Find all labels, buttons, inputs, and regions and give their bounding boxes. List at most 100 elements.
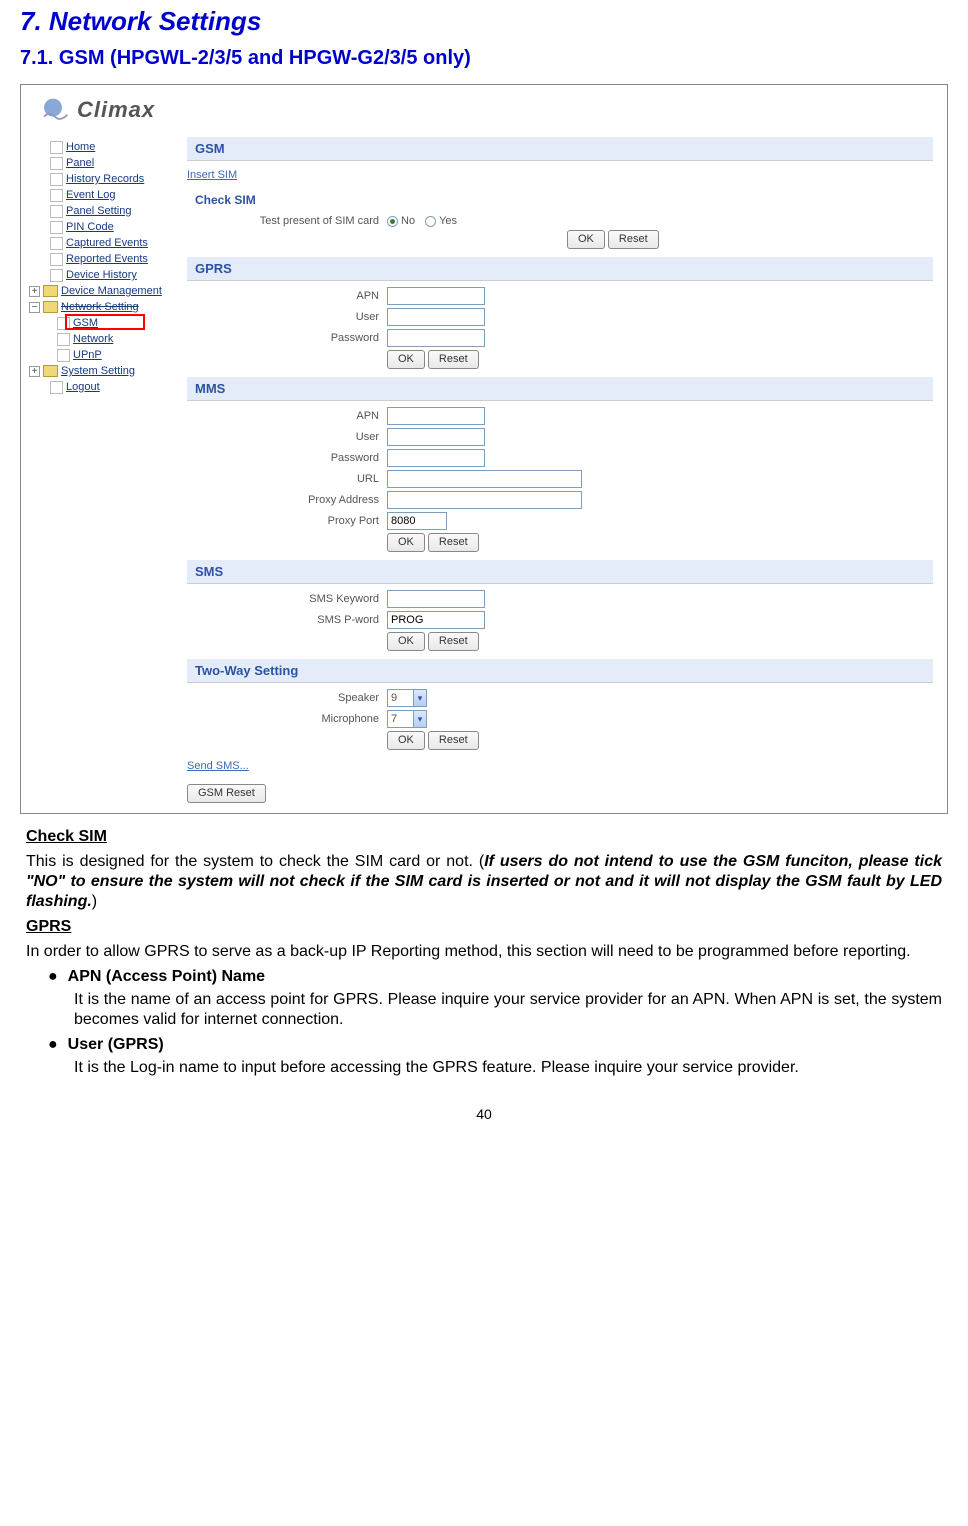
nav-system-setting[interactable]: +System Setting — [27, 363, 185, 379]
page-number: 40 — [20, 1106, 948, 1122]
logo-bar: Climax — [25, 89, 943, 135]
tree-collapse-icon[interactable]: − — [29, 302, 40, 313]
sms-header: SMS — [187, 560, 933, 584]
doc-icon — [50, 381, 63, 394]
tree-expand-icon[interactable]: + — [29, 286, 40, 297]
radio-no[interactable]: No — [387, 215, 415, 227]
mms-header: MMS — [187, 377, 933, 401]
doc-gprs-para: In order to allow GPRS to serve as a bac… — [26, 942, 942, 962]
mms-apn-input[interactable] — [387, 407, 485, 425]
gsm-reset-button[interactable]: Reset — [608, 230, 659, 249]
doc-check-sim-para: This is designed for the system to check… — [26, 852, 942, 912]
tree-expand-icon[interactable]: + — [29, 366, 40, 377]
gprs-apn-input[interactable] — [387, 287, 485, 305]
bullet-user-heading: ●User (GPRS) — [48, 1036, 942, 1054]
chevron-down-icon: ▾ — [413, 711, 426, 727]
bullet-apn-text: It is the name of an access point for GP… — [74, 990, 942, 1030]
gprs-ok-button[interactable]: OK — [387, 350, 425, 369]
nav-network-setting[interactable]: −Network Setting — [27, 299, 185, 315]
nav-reported-events[interactable]: Reported Events — [27, 251, 185, 267]
doc-icon — [50, 253, 63, 266]
nav-device-history[interactable]: Device History — [27, 267, 185, 283]
gprs-reset-button[interactable]: Reset — [428, 350, 479, 369]
insert-sim-link[interactable]: Insert SIM — [187, 169, 237, 181]
chevron-down-icon: ▾ — [413, 690, 426, 706]
doc-icon — [50, 237, 63, 250]
doc-icon — [57, 333, 70, 346]
doc-icon — [50, 157, 63, 170]
mms-pwd-input[interactable] — [387, 449, 485, 467]
sms-keyword-label: SMS Keyword — [187, 593, 387, 605]
mms-apn-label: APN — [187, 410, 387, 422]
sms-pword-input[interactable] — [387, 611, 485, 629]
nav-logout[interactable]: Logout — [27, 379, 185, 395]
doc-icon — [50, 221, 63, 234]
test-sim-label: Test present of SIM card — [187, 215, 387, 227]
nav-event-log[interactable]: Event Log — [27, 187, 185, 203]
mms-user-input[interactable] — [387, 428, 485, 446]
nav-network[interactable]: Network — [55, 331, 185, 347]
gprs-header: GPRS — [187, 257, 933, 281]
nav-device-management[interactable]: +Device Management — [27, 283, 185, 299]
nav-gsm[interactable]: GSM — [55, 315, 185, 331]
twoway-ok-button[interactable]: OK — [387, 731, 425, 750]
gprs-user-label: User — [187, 311, 387, 323]
mms-url-input[interactable] — [387, 470, 582, 488]
twoway-reset-button[interactable]: Reset — [428, 731, 479, 750]
bullet-apn-heading: ●APN (Access Point) Name — [48, 968, 942, 986]
page-title: 7. Network Settings — [20, 6, 948, 37]
mms-proxy-addr-input[interactable] — [387, 491, 582, 509]
gprs-user-input[interactable] — [387, 308, 485, 326]
gprs-apn-label: APN — [187, 290, 387, 302]
bullet-icon: ● — [48, 1036, 58, 1054]
sms-reset-button[interactable]: Reset — [428, 632, 479, 651]
side-nav: Home Panel History Records Event Log Pan… — [25, 135, 185, 809]
mms-proxy-addr-label: Proxy Address — [187, 494, 387, 506]
main-panel: GSM Insert SIM Check SIM Test present of… — [185, 135, 943, 809]
doc-gprs-heading: GPRS — [26, 918, 942, 936]
mic-select[interactable]: 7▾ — [387, 710, 427, 728]
radio-yes[interactable]: Yes — [425, 215, 457, 227]
doc-icon — [50, 189, 63, 202]
doc-check-sim-heading: Check SIM — [26, 828, 942, 846]
logo-text: Climax — [77, 97, 155, 123]
doc-icon — [50, 173, 63, 186]
doc-icon — [50, 141, 63, 154]
doc-icon — [57, 349, 70, 362]
speaker-label: Speaker — [187, 692, 387, 704]
send-sms-link[interactable]: Send SMS... — [187, 760, 249, 772]
doc-icon — [57, 317, 70, 330]
page-subtitle: 7.1. GSM (HPGWL-2/3/5 and HPGW-G2/3/5 on… — [20, 47, 948, 70]
webui-screenshot: Climax Home Panel History Records Event … — [20, 84, 948, 814]
sms-pword-label: SMS P-word — [187, 614, 387, 626]
sms-ok-button[interactable]: OK — [387, 632, 425, 651]
bullet-icon: ● — [48, 968, 58, 986]
sms-keyword-input[interactable] — [387, 590, 485, 608]
gprs-pwd-label: Password — [187, 332, 387, 344]
folder-icon — [43, 365, 58, 377]
doc-icon — [50, 269, 63, 282]
mms-url-label: URL — [187, 473, 387, 485]
mms-user-label: User — [187, 431, 387, 443]
nav-captured-events[interactable]: Captured Events — [27, 235, 185, 251]
gsm-header: GSM — [187, 137, 933, 161]
nav-pin-code[interactable]: PIN Code — [27, 219, 185, 235]
speaker-select[interactable]: 9▾ — [387, 689, 427, 707]
nav-history-records[interactable]: History Records — [27, 171, 185, 187]
gsm-reset-button[interactable]: GSM Reset — [187, 784, 266, 803]
gsm-ok-button[interactable]: OK — [567, 230, 605, 249]
mms-reset-button[interactable]: Reset — [428, 533, 479, 552]
mms-pwd-label: Password — [187, 452, 387, 464]
nav-home[interactable]: Home — [27, 139, 185, 155]
nav-upnp[interactable]: UPnP — [55, 347, 185, 363]
climax-logo-icon — [35, 95, 71, 125]
check-sim-heading: Check SIM — [195, 193, 933, 207]
bullet-user-text: It is the Log-in name to input before ac… — [74, 1058, 942, 1078]
mms-ok-button[interactable]: OK — [387, 533, 425, 552]
gprs-pwd-input[interactable] — [387, 329, 485, 347]
nav-panel[interactable]: Panel — [27, 155, 185, 171]
radio-icon — [425, 216, 436, 227]
nav-panel-setting[interactable]: Panel Setting — [27, 203, 185, 219]
mms-proxy-port-input[interactable] — [387, 512, 447, 530]
folder-icon — [43, 301, 58, 313]
